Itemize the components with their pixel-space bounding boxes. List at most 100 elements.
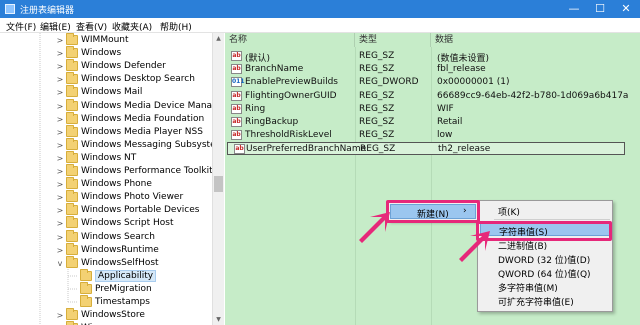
expand-down-icon[interactable]: v (56, 259, 64, 268)
tree-item[interactable]: > Windows (0, 46, 212, 60)
folder-icon (66, 33, 78, 45)
tree-item[interactable]: > Windows Media Player NSS (0, 124, 212, 139)
tree-item[interactable]: v WindowsSelfHost (0, 255, 212, 270)
value-row[interactable]: ab BranchName REG_SZ fbl_release (225, 63, 640, 76)
expand-right-icon[interactable]: > (56, 62, 64, 71)
callout-box-string-value (476, 221, 612, 241)
folder-icon (66, 85, 78, 98)
expand-right-icon[interactable]: > (56, 233, 64, 242)
tree-item[interactable]: > Windows Messaging Subsystem (0, 137, 223, 152)
tree-item[interactable]: > WIMMount (0, 33, 212, 47)
folder-icon (66, 164, 78, 176)
expand-right-icon[interactable]: > (56, 88, 64, 97)
expand-right-icon[interactable]: > (56, 102, 64, 111)
tree-scrollbar[interactable]: ▲ ▼ (212, 33, 224, 325)
expand-right-icon[interactable]: > (56, 206, 64, 215)
value-row[interactable]: ab ThresholdRiskLevel REG_SZ low (225, 129, 640, 142)
menu-file[interactable]: 文件(F) (6, 20, 36, 33)
submenu-item-multi-string-value[interactable]: 多字符串值(M) (480, 280, 610, 294)
expand-right-icon[interactable]: > (56, 219, 64, 228)
value-data: (数值未设置) (437, 54, 490, 64)
submenu-item-key[interactable]: 项(K) (480, 204, 610, 218)
expand-right-icon[interactable]: > (56, 193, 64, 202)
regedit-icon (5, 4, 15, 14)
tree-item[interactable]: > Windows NT (0, 150, 212, 165)
column-header-type[interactable]: 类型 (355, 33, 431, 47)
tree-item[interactable]: > WindowsStore (0, 308, 212, 322)
tree-item[interactable]: PreMigration (0, 281, 212, 296)
registry-tree[interactable]: > WIMMount > Windows > Windows Defender > Windo… (0, 33, 224, 325)
value-data: 0x00000001 (1) (437, 77, 510, 88)
folder-icon (80, 295, 92, 307)
values-pane[interactable]: 名称 类型 数据 ab (默认) REG_SZ (数值未设置) ab BranchName… (225, 33, 640, 325)
submenu-item-dword-value[interactable]: DWORD (32 位)值(D) (480, 252, 610, 266)
binary-value-icon: 011 (231, 77, 245, 88)
tree-item[interactable]: > Windows Mail (0, 85, 212, 99)
tree-item[interactable]: > Windows Desktop Search (0, 72, 212, 86)
expand-right-icon[interactable]: > (56, 115, 64, 124)
tree-item-label: WindowsRuntime (81, 244, 159, 255)
tree-item[interactable]: > Windows Performance Toolkit (0, 164, 213, 178)
tree-item[interactable]: > Windows Script Host (0, 216, 212, 230)
tree-item-label: Windows Mail (81, 87, 143, 98)
folder-icon (66, 255, 78, 268)
submenu-item-expandable-string-value[interactable]: 可扩充字符串值(E) (480, 294, 610, 308)
tree-item[interactable]: Applicability (0, 268, 212, 283)
expand-right-icon[interactable]: > (56, 311, 64, 320)
tree-item-label: Windows Photo Viewer (81, 192, 184, 203)
expand-right-icon[interactable]: > (56, 49, 64, 58)
value-type: REG_SZ (360, 144, 396, 155)
tree-item[interactable]: > WindowsRuntime (0, 242, 212, 257)
value-name: Ring (245, 103, 266, 114)
menu-help[interactable]: 帮助(H) (160, 20, 192, 33)
expand-right-icon[interactable]: > (56, 180, 64, 189)
value-row[interactable]: ab RingBackup REG_SZ Retail (225, 116, 640, 129)
value-name: EnablePreviewBuilds (245, 77, 338, 88)
expand-right-icon[interactable]: > (56, 128, 64, 137)
close-button[interactable]: ✕ (612, 0, 640, 18)
column-header-data[interactable]: 数据 (431, 33, 640, 47)
value-name: UserPreferredBranchName (246, 144, 367, 155)
scroll-down-icon[interactable]: ▼ (213, 314, 224, 325)
value-data: low (437, 130, 453, 141)
expand-right-icon[interactable]: > (56, 154, 64, 163)
tree-item[interactable]: > Windows Media Foundation (0, 111, 212, 126)
maximize-button[interactable]: ☐ (586, 0, 614, 18)
tree-item[interactable]: Timestamps (0, 295, 212, 309)
column-header-name[interactable]: 名称 (225, 33, 355, 47)
folder-icon (66, 98, 78, 111)
value-name: ThresholdRiskLevel (245, 130, 332, 141)
callout-box-new (386, 200, 480, 223)
tree-item[interactable]: > Windows Search (0, 229, 212, 244)
tree-item[interactable]: > Windows Photo Viewer (0, 190, 212, 204)
menu-view[interactable]: 查看(V) (76, 20, 107, 33)
scroll-thumb[interactable] (214, 176, 223, 192)
folder-icon (66, 150, 78, 163)
value-row[interactable]: ab (默认) REG_SZ (数值未设置) (225, 50, 640, 64)
tree-item[interactable]: > Windows Defender (0, 59, 212, 73)
scroll-up-icon[interactable]: ▲ (213, 33, 224, 44)
menu-favorites[interactable]: 收藏夹(A) (112, 20, 152, 33)
new-submenu: 项(K) 字符串值(S) 二进制值(B) DWORD (32 位)值(D) QW… (477, 200, 613, 312)
expand-right-icon[interactable]: > (56, 36, 64, 45)
menu-edit[interactable]: 编辑(E) (40, 20, 71, 33)
value-row[interactable]: ab FlightingOwnerGUID REG_SZ 66689cc9-64eb-… (225, 90, 640, 103)
tree-item-label: Windows Defender (81, 61, 166, 72)
string-value-icon: ab (231, 51, 242, 61)
folder-icon (66, 190, 78, 203)
submenu-item-qword-value[interactable]: QWORD (64 位)值(Q) (480, 266, 610, 280)
value-row[interactable]: ab Ring REG_SZ WIF (225, 103, 640, 116)
value-row[interactable]: ab UserPreferredBranchName REG_SZ th2_relea… (227, 142, 625, 156)
tree-item-label: Windows Messaging Subsystem (81, 139, 224, 150)
folder-icon (66, 59, 78, 72)
expand-right-icon[interactable]: > (56, 246, 64, 255)
expand-right-icon[interactable]: > (56, 167, 64, 176)
tree-item[interactable]: > Windows Media Device Manager (0, 98, 223, 113)
tree-item[interactable]: > Windows Phone (0, 177, 212, 191)
tree-item[interactable]: > Windows Portable Devices (0, 203, 212, 217)
expand-right-icon[interactable]: > (56, 141, 64, 150)
minimize-button[interactable]: — (560, 0, 588, 18)
expand-right-icon[interactable]: > (56, 75, 64, 84)
value-row[interactable]: 011 EnablePreviewBuilds REG_DWORD 0x0000000… (225, 76, 640, 89)
value-data: th2_release (438, 144, 491, 155)
